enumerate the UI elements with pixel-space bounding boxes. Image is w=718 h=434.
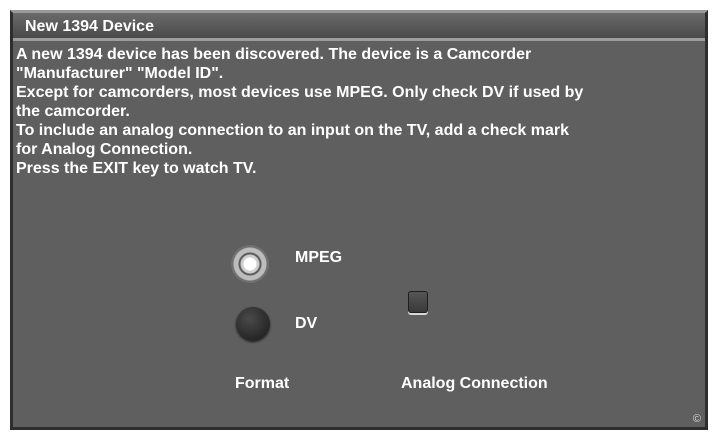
mpeg-radio-button[interactable] xyxy=(231,245,269,283)
new-device-dialog: New 1394 Device A new 1394 device has be… xyxy=(10,10,708,430)
message-line: Except for camcorders, most devices use … xyxy=(16,84,584,101)
dialog-title: New 1394 Device xyxy=(25,18,154,35)
dv-radio-button[interactable] xyxy=(236,307,270,341)
title-bar: New 1394 Device xyxy=(13,13,705,41)
analog-connection-heading: Analog Connection xyxy=(401,375,548,392)
message-line: the camcorder. xyxy=(16,103,130,120)
format-heading: Format xyxy=(235,375,290,392)
message-line: A new 1394 device has been discovered. T… xyxy=(16,46,532,63)
analog-connection-checkbox[interactable] xyxy=(408,291,428,313)
message-text: A new 1394 device has been discovered. T… xyxy=(16,45,706,178)
message-line: "Manufacturer" "Model ID". xyxy=(16,65,224,82)
message-line: for Analog Connection. xyxy=(16,141,193,158)
message-line: Press the EXIT key to watch TV. xyxy=(16,160,257,177)
dv-label: DV xyxy=(295,315,318,332)
mpeg-label: MPEG xyxy=(295,249,343,266)
copyright-mark: © xyxy=(692,413,701,425)
message-line: To include an analog connection to an in… xyxy=(16,122,569,139)
